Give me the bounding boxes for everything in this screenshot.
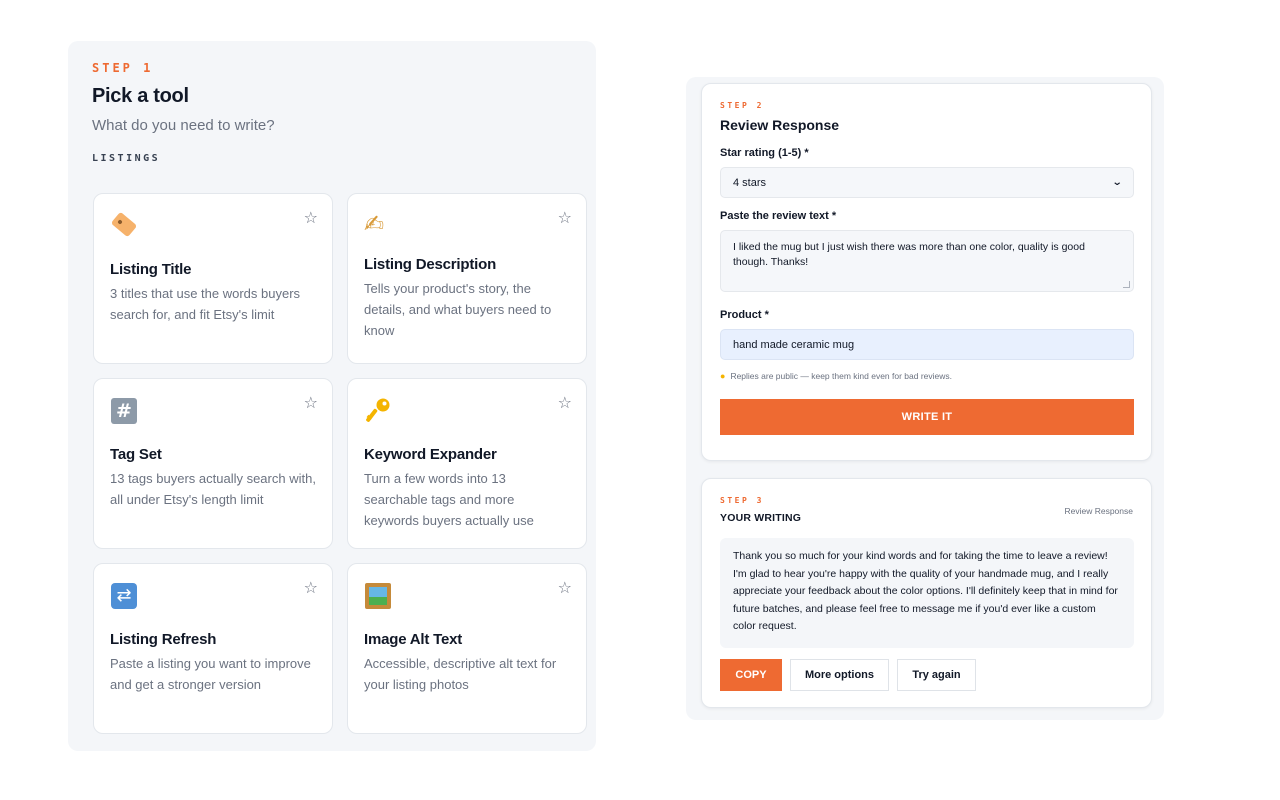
- tool-workspace-panel: STEP 2 Review Response Star rating (1-5)…: [686, 77, 1164, 720]
- star-rating-select[interactable]: 4 stars ⌄: [720, 167, 1134, 198]
- favorite-star-icon[interactable]: ☆: [558, 208, 572, 228]
- output-tool-name: Review Response: [1064, 506, 1133, 516]
- tool-name: Listing Description: [364, 256, 497, 273]
- writing-output-card: STEP 3 YOUR WRITING Review Response Than…: [701, 478, 1152, 708]
- try-again-button[interactable]: Try again: [897, 659, 976, 691]
- tool-description: 13 tags buyers actually search with, all…: [110, 471, 316, 507]
- pick-tool-subtitle: What do you need to write?: [92, 117, 275, 134]
- tool-card-listing-description[interactable]: ✍ ☆ Listing Description Tells your produ…: [347, 193, 587, 364]
- chevron-down-icon: ⌄: [1111, 177, 1123, 188]
- tool-card-listing-title[interactable]: ☆ Listing Title 3 titles that use the wo…: [93, 193, 333, 364]
- tool-card-image-alt-text[interactable]: ☆ Image Alt Text Accessible, descriptive…: [347, 563, 587, 734]
- tool-description: Tells your product's story, the details,…: [364, 281, 552, 338]
- hint-text: Replies are public — keep them kind even…: [730, 371, 953, 381]
- favorite-star-icon[interactable]: ☆: [558, 393, 572, 413]
- favorite-star-icon[interactable]: ☆: [558, 578, 572, 598]
- star-rating-label: Star rating (1-5) *: [720, 147, 809, 159]
- tool-name: Image Alt Text: [364, 631, 463, 648]
- output-title: YOUR WRITING: [720, 512, 802, 524]
- pick-tool-title: Pick a tool: [92, 85, 189, 107]
- write-it-button[interactable]: WRITE IT: [720, 399, 1134, 435]
- tool-card-listing-refresh[interactable]: ⇄ ☆ Listing Refresh Paste a listing you …: [93, 563, 333, 734]
- product-label: Product *: [720, 309, 769, 321]
- step-3-label: STEP 3: [720, 496, 764, 505]
- hash-icon: #: [110, 395, 140, 425]
- generated-response-text: Thank you so much for your kind words an…: [720, 538, 1134, 648]
- tool-name: Tag Set: [110, 446, 162, 463]
- review-text-input[interactable]: I liked the mug but I just wish there wa…: [720, 230, 1134, 292]
- tool-name: Listing Title: [110, 261, 192, 278]
- favorite-star-icon[interactable]: ☆: [304, 578, 318, 598]
- more-options-button[interactable]: More options: [790, 659, 889, 691]
- listings-section-label: LISTINGS: [92, 153, 161, 164]
- step-2-label: STEP 2: [720, 101, 764, 110]
- tool-description: Turn a few words into 13 searchable tags…: [364, 471, 534, 528]
- step-1-label: STEP 1: [92, 61, 154, 75]
- star-rating-value: 4 stars: [733, 176, 767, 189]
- label-tag-icon: [110, 210, 140, 240]
- framed-picture-icon: [364, 580, 394, 610]
- tool-name: Listing Refresh: [110, 631, 217, 648]
- form-title: Review Response: [720, 117, 840, 133]
- tool-description: 3 titles that use the words buyers searc…: [110, 286, 301, 322]
- tool-card-tag-set[interactable]: # ☆ Tag Set 13 tags buyers actually sear…: [93, 378, 333, 549]
- refresh-icon: ⇄: [110, 580, 140, 610]
- public-reply-hint: ● Replies are public — keep them kind ev…: [720, 371, 1133, 381]
- review-text-label: Paste the review text *: [720, 210, 837, 222]
- lightbulb-icon: ●: [720, 371, 726, 381]
- writing-hand-icon: ✍: [364, 211, 385, 238]
- product-input[interactable]: hand made ceramic mug: [720, 329, 1134, 360]
- tool-name: Keyword Expander: [364, 446, 497, 463]
- review-text-value: I liked the mug but I just wish there wa…: [733, 241, 1085, 268]
- copy-button[interactable]: COPY: [720, 659, 782, 691]
- favorite-star-icon[interactable]: ☆: [304, 208, 318, 228]
- output-actions: COPY More options Try again: [720, 659, 1133, 691]
- resize-handle-icon[interactable]: [1123, 281, 1130, 288]
- tool-card-keyword-expander[interactable]: ☆ Keyword Expander Turn a few words into…: [347, 378, 587, 549]
- tool-description: Paste a listing you want to improve and …: [110, 656, 311, 692]
- product-value: hand made ceramic mug: [733, 338, 855, 351]
- review-response-form: STEP 2 Review Response Star rating (1-5)…: [701, 83, 1152, 461]
- tool-grid: ☆ Listing Title 3 titles that use the wo…: [93, 193, 587, 734]
- key-icon: [364, 395, 394, 425]
- tool-description: Accessible, descriptive alt text for you…: [364, 656, 557, 692]
- favorite-star-icon[interactable]: ☆: [304, 393, 318, 413]
